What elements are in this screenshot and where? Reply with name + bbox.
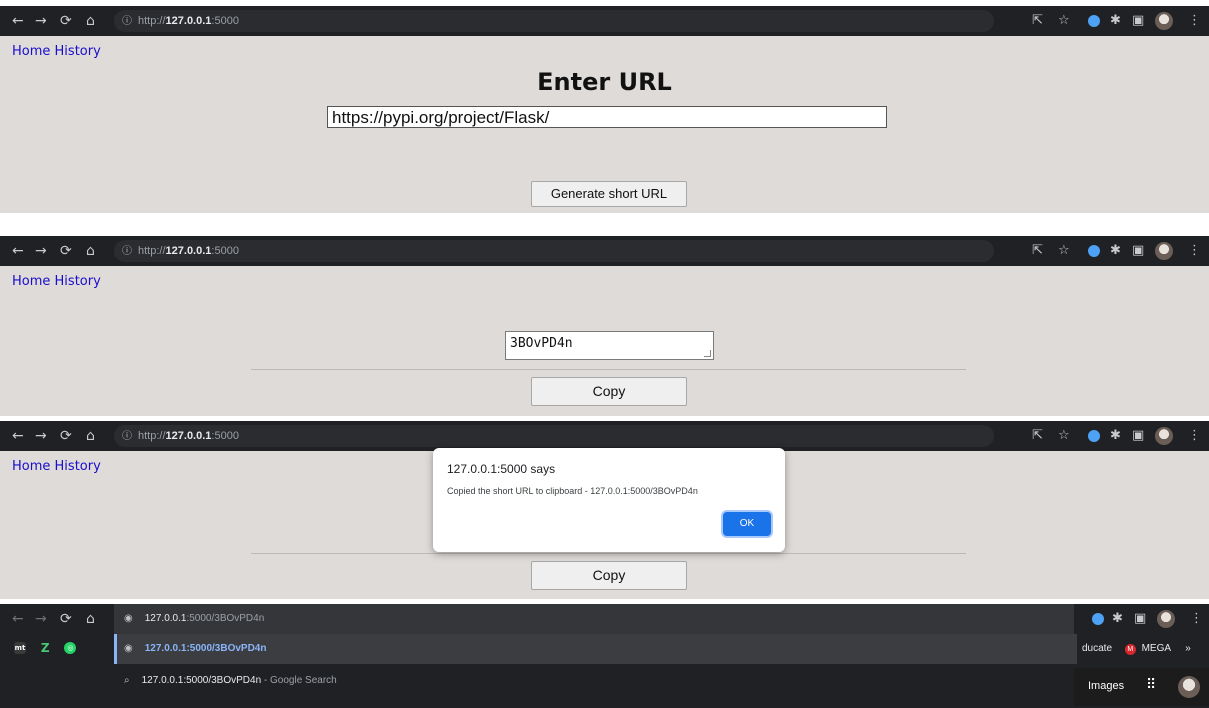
address-bar[interactable]: ⓘ http://127.0.0.1:5000 [114, 240, 994, 262]
browser-toolbar: ← → ⟳ ⌂ ⓘ http://127.0.0.1:5000 ⇱ ☆ ✱ ▣ ⋮ [0, 236, 1209, 266]
extension-icon[interactable] [1092, 613, 1104, 625]
browser-toolbar: ← → ⟳ ⌂ ⓘ http://127.0.0.1:5000 ⇱ ☆ ✱ ▣ ⋮ [0, 6, 1209, 36]
dialog-title: 127.0.0.1:5000 says [447, 462, 556, 476]
google-bar-right: Images ⠿ [1074, 668, 1209, 706]
whatsapp-bookmark-icon[interactable]: ◎ [64, 642, 77, 654]
avatar[interactable] [1155, 242, 1173, 260]
home-icon[interactable]: ⌂ [86, 6, 95, 36]
info-icon[interactable]: ⓘ [122, 241, 132, 263]
bookmarks-bar-right: ducate M MEGA » [1082, 634, 1209, 664]
short-code-textarea[interactable]: 3BOvPD4n [505, 331, 714, 360]
back-icon[interactable]: ← [12, 236, 24, 266]
reload-icon[interactable]: ⟳ [60, 421, 72, 451]
mt-bookmark-icon[interactable]: mt [14, 642, 26, 654]
google-avatar[interactable] [1178, 676, 1200, 698]
reload-icon[interactable]: ⟳ [60, 236, 72, 266]
info-icon[interactable]: ⓘ [122, 426, 132, 448]
home-link[interactable]: Home [12, 274, 50, 289]
divider [251, 369, 966, 370]
avatar[interactable] [1155, 12, 1173, 30]
extension-icon[interactable] [1088, 15, 1100, 27]
omnibox-search-suggestion[interactable]: ⌕ 127.0.0.1:5000/3BOvPD4n - Google Search [114, 666, 1074, 696]
mega-icon[interactable]: M [1124, 644, 1136, 655]
dialog-message: Copied the short URL to clipboard - 127.… [447, 486, 698, 496]
sidepanel-icon[interactable]: ▣ [1132, 236, 1144, 266]
globe-icon: ◉ [124, 643, 133, 654]
avatar[interactable] [1155, 427, 1173, 445]
forward-icon[interactable]: → [35, 604, 47, 634]
short-code-value: 3BOvPD4n [510, 336, 573, 351]
forward-icon[interactable]: → [35, 236, 47, 266]
share-icon[interactable]: ⇱ [1032, 421, 1043, 451]
bookmark-star-icon[interactable]: ☆ [1058, 6, 1070, 36]
extension-icon[interactable] [1088, 245, 1100, 257]
home-icon[interactable]: ⌂ [86, 236, 95, 266]
share-icon[interactable]: ⇱ [1032, 6, 1043, 36]
nav-links: Home History [12, 274, 101, 289]
globe-icon: ◉ [124, 613, 133, 624]
home-link[interactable]: Home [12, 44, 50, 59]
back-icon[interactable]: ← [12, 6, 24, 36]
menu-icon[interactable]: ⋮ [1190, 604, 1203, 634]
history-link[interactable]: History [55, 459, 101, 474]
history-link[interactable]: History [55, 274, 101, 289]
screenshot-omnibox: ← → ⟳ ⌂ ✱ ▣ ⋮ ◉ 127.0.0.1:5000/3BOvPD4n m… [0, 604, 1209, 708]
forward-icon[interactable]: → [35, 421, 47, 451]
menu-icon[interactable]: ⋮ [1188, 236, 1201, 266]
sidepanel-icon[interactable]: ▣ [1134, 604, 1146, 634]
screenshot-enter-url: ← → ⟳ ⌂ ⓘ http://127.0.0.1:5000 ⇱ ☆ ✱ ▣ ⋮… [0, 6, 1209, 213]
menu-icon[interactable]: ⋮ [1188, 6, 1201, 36]
z-bookmark-icon[interactable]: Z [39, 642, 51, 654]
bookmark-educate[interactable]: ducate [1082, 643, 1112, 654]
omnibox-suggestion[interactable]: ◉ 127.0.0.1:5000/3BOvPD4n [114, 634, 1077, 664]
extension-icon[interactable] [1088, 430, 1100, 442]
generate-button[interactable]: Generate short URL [531, 181, 687, 207]
address-bar[interactable]: ⓘ http://127.0.0.1:5000 [114, 425, 994, 447]
resize-handle-icon[interactable] [704, 350, 711, 357]
omnibox-input[interactable]: ◉ 127.0.0.1:5000/3BOvPD4n [114, 604, 1074, 634]
puzzle-icon[interactable]: ✱ [1110, 421, 1121, 451]
info-icon[interactable]: ⓘ [122, 11, 132, 33]
puzzle-icon[interactable]: ✱ [1110, 236, 1121, 266]
puzzle-icon[interactable]: ✱ [1112, 604, 1123, 634]
avatar[interactable] [1157, 610, 1175, 628]
share-icon[interactable]: ⇱ [1032, 236, 1043, 266]
bookmark-star-icon[interactable]: ☆ [1058, 236, 1070, 266]
address-bar[interactable]: ⓘ http://127.0.0.1:5000 [114, 10, 994, 32]
browser-toolbar: ← → ⟳ ⌂ ⓘ http://127.0.0.1:5000 ⇱ ☆ ✱ ▣ ⋮ [0, 421, 1209, 451]
divider [251, 553, 966, 554]
apps-grid-icon[interactable]: ⠿ [1146, 677, 1156, 693]
copy-button[interactable]: Copy [531, 377, 687, 406]
bookmark-star-icon[interactable]: ☆ [1058, 421, 1070, 451]
nav-links: Home History [12, 459, 101, 474]
images-link[interactable]: Images [1088, 680, 1124, 692]
menu-icon[interactable]: ⋮ [1188, 421, 1201, 451]
search-icon: ⌕ [124, 675, 130, 686]
more-bookmarks[interactable]: » [1185, 643, 1191, 654]
screenshot-copied-dialog: ← → ⟳ ⌂ ⓘ http://127.0.0.1:5000 ⇱ ☆ ✱ ▣ ⋮… [0, 421, 1209, 599]
reload-icon[interactable]: ⟳ [60, 6, 72, 36]
puzzle-icon[interactable]: ✱ [1110, 6, 1121, 36]
bookmarks-bar: mt Z ◎ [14, 634, 86, 664]
alert-dialog: 127.0.0.1:5000 says Copied the short URL… [433, 448, 785, 552]
reload-icon[interactable]: ⟳ [60, 604, 72, 634]
nav-links: Home History [12, 44, 101, 59]
url-input[interactable]: https://pypi.org/project/Flask/ [327, 106, 887, 128]
history-link[interactable]: History [55, 44, 101, 59]
copy-button[interactable]: Copy [531, 561, 687, 590]
home-icon[interactable]: ⌂ [86, 604, 95, 634]
bookmark-mega[interactable]: MEGA [1142, 643, 1171, 654]
ok-button[interactable]: OK [723, 512, 771, 536]
page-title: Enter URL [537, 68, 672, 96]
back-icon[interactable]: ← [12, 604, 24, 634]
home-link[interactable]: Home [12, 459, 50, 474]
forward-icon[interactable]: → [35, 6, 47, 36]
sidepanel-icon[interactable]: ▣ [1132, 6, 1144, 36]
screenshot-short-code: ← → ⟳ ⌂ ⓘ http://127.0.0.1:5000 ⇱ ☆ ✱ ▣ ⋮… [0, 236, 1209, 416]
home-icon[interactable]: ⌂ [86, 421, 95, 451]
back-icon[interactable]: ← [12, 421, 24, 451]
sidepanel-icon[interactable]: ▣ [1132, 421, 1144, 451]
